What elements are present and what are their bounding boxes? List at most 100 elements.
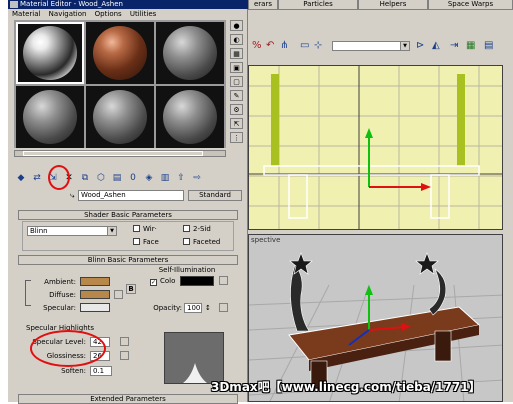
slot-scrollbar[interactable]	[14, 150, 226, 157]
front-viewport[interactable]	[248, 65, 503, 230]
two-sided-checkbox[interactable]: 2-Sid	[183, 225, 211, 233]
background-icon[interactable]: ▦	[230, 48, 243, 59]
material-name-field[interactable]: Wood_Ashen	[78, 190, 184, 201]
tab-particles[interactable]: Particles	[278, 0, 358, 10]
align-icon[interactable]: ⊹	[314, 40, 322, 51]
title-bar: Material Editor - Wood_Ashen	[8, 0, 248, 9]
tab-helpers[interactable]: Helpers	[358, 0, 428, 10]
tab-space-warps[interactable]: Space Warps	[428, 0, 513, 10]
show-end-result-icon[interactable]: ▥	[158, 172, 172, 185]
diffuse-color-swatch[interactable]	[80, 290, 110, 299]
shader-rollout-title: Shader Basic Parameters	[84, 211, 172, 219]
wire-checkbox[interactable]: Wir·	[133, 225, 157, 233]
perspective-viewport[interactable]: spective	[248, 234, 503, 402]
opacity-spinner[interactable]: 100	[184, 303, 202, 313]
material-effects-channel-icon[interactable]: 0	[126, 172, 140, 185]
two-sided-label: 2-Sid	[193, 225, 211, 233]
material-navigator-icon[interactable]: ⋮	[230, 132, 243, 143]
percent-snap-icon[interactable]: %	[252, 40, 262, 51]
default-sphere	[23, 90, 77, 144]
specular-color-swatch[interactable]	[80, 303, 110, 312]
scroll-thumb[interactable]	[23, 151, 203, 156]
edit-named-selection-icon[interactable]: ⋔	[280, 40, 288, 51]
menu-material[interactable]: Material	[12, 10, 40, 18]
material-type-button[interactable]: Standard	[188, 190, 242, 201]
make-preview-icon[interactable]: ✎	[230, 90, 243, 101]
menu-options[interactable]: Options	[95, 10, 122, 18]
make-copy-icon[interactable]: ⧉	[78, 172, 92, 185]
show-map-icon[interactable]: ◈	[142, 172, 156, 185]
face-label: Face	[143, 238, 159, 246]
face-map-checkbox[interactable]: Face	[133, 238, 159, 246]
menu-utilities[interactable]: Utilities	[130, 10, 156, 18]
specular-curve	[183, 363, 207, 383]
opacity-spinner-arrows[interactable]: ↕	[205, 304, 213, 312]
layer-manager-icon[interactable]: ◭	[432, 40, 440, 51]
glossiness-map-button[interactable]	[120, 351, 129, 360]
put-to-library-icon[interactable]: ▤	[110, 172, 124, 185]
self-illum-color-swatch[interactable]	[180, 276, 214, 286]
ambient-color-swatch[interactable]	[80, 277, 110, 286]
chevron-down-icon: ▼	[107, 227, 116, 235]
specular-level-map-button[interactable]	[120, 337, 129, 346]
checkbox-box	[183, 238, 190, 245]
options-icon[interactable]: ⚙	[230, 104, 243, 115]
default-sphere	[93, 90, 147, 144]
sample-slot-2[interactable]	[86, 22, 154, 84]
perspective-viewport-label: spective	[251, 236, 281, 244]
default-sphere	[163, 90, 217, 144]
shader-rollout-header[interactable]: Shader Basic Parameters	[18, 210, 238, 220]
backlight-icon[interactable]: ◐	[230, 34, 243, 45]
checkbox-box	[183, 225, 190, 232]
ambient-label: Ambient:	[44, 278, 76, 286]
side-toolbar: ● ◐ ▦ ▣ ▢ ✎ ⚙ ⇱ ⋮	[230, 20, 246, 170]
spinner-snap-icon[interactable]: ↶	[266, 40, 274, 51]
mirror-selected-icon[interactable]: ⊳	[416, 40, 424, 51]
soften-value: 0.1	[93, 367, 105, 375]
make-unique-icon[interactable]: ⬡	[94, 172, 108, 185]
opacity-map-button[interactable]	[219, 303, 228, 312]
sample-type-icon[interactable]: ●	[230, 20, 243, 31]
go-to-parent-icon[interactable]: ⇧	[174, 172, 188, 185]
schematic-view-icon[interactable]: ▦	[466, 40, 475, 51]
put-to-scene-icon[interactable]: ⇄	[30, 172, 44, 185]
mirror-icon[interactable]: ▭	[300, 40, 309, 51]
go-forward-sibling-icon[interactable]: ⇨	[190, 172, 204, 185]
material-editor-window: Material Editor - Wood_Ashen Material Na…	[8, 0, 248, 404]
shader-value: Blinn	[30, 227, 48, 235]
blinn-rollout-header[interactable]: Blinn Basic Parameters	[18, 255, 238, 265]
faceted-label: Faceted	[193, 238, 221, 246]
tab-cameras[interactable]: erars	[248, 0, 278, 10]
material-editor-icon[interactable]: ▤	[484, 40, 493, 51]
default-sphere	[163, 26, 217, 80]
main-toolbar: % ↶ ⋔ ▭ ⊹ ▼ ⊳ ◭ ⇥ ▦ ▤	[248, 38, 513, 56]
sample-slot-6[interactable]	[156, 86, 224, 148]
extended-rollout-header[interactable]: Extended Parameters	[18, 394, 238, 404]
viewport-area: erars Particles Helpers Space Warps % ↶ …	[248, 0, 513, 402]
screenshot-root: Material Editor - Wood_Ashen Material Na…	[0, 0, 513, 404]
sample-slot-3[interactable]	[156, 22, 224, 84]
faceted-checkbox[interactable]: Faceted	[183, 238, 220, 246]
soften-spinner[interactable]: 0.1	[90, 366, 112, 376]
chevron-down-icon: ▼	[400, 42, 409, 50]
get-material-icon[interactable]: ◆	[14, 172, 28, 185]
uv-tiling-icon[interactable]: ▣	[230, 62, 243, 73]
pick-material-icon[interactable]: ⤷	[70, 191, 74, 201]
curve-editor-icon[interactable]: ⇥	[450, 40, 458, 51]
wood-sphere	[93, 26, 147, 80]
sample-slot-5[interactable]	[86, 86, 154, 148]
menu-navigation[interactable]: Navigation	[49, 10, 87, 18]
video-check-icon[interactable]: ▢	[230, 76, 243, 87]
diffuse-map-button[interactable]	[114, 290, 123, 299]
sample-slot-1[interactable]	[16, 22, 84, 84]
named-selection-dropdown[interactable]: ▼	[332, 41, 410, 51]
lock-button[interactable]: B	[126, 284, 136, 294]
self-illum-color-checkbox[interactable]: ✓ Colo	[150, 277, 175, 286]
create-panel-tabs: erars Particles Helpers Space Warps	[248, 0, 513, 10]
menu-bar: Material Navigation Options Utilities	[8, 9, 248, 19]
shader-dropdown[interactable]: Blinn ▼	[27, 226, 117, 236]
wire-label: Wir·	[143, 225, 157, 233]
select-by-material-icon[interactable]: ⇱	[230, 118, 243, 129]
sample-slot-4[interactable]	[16, 86, 84, 148]
self-illum-map-button[interactable]	[219, 276, 228, 285]
